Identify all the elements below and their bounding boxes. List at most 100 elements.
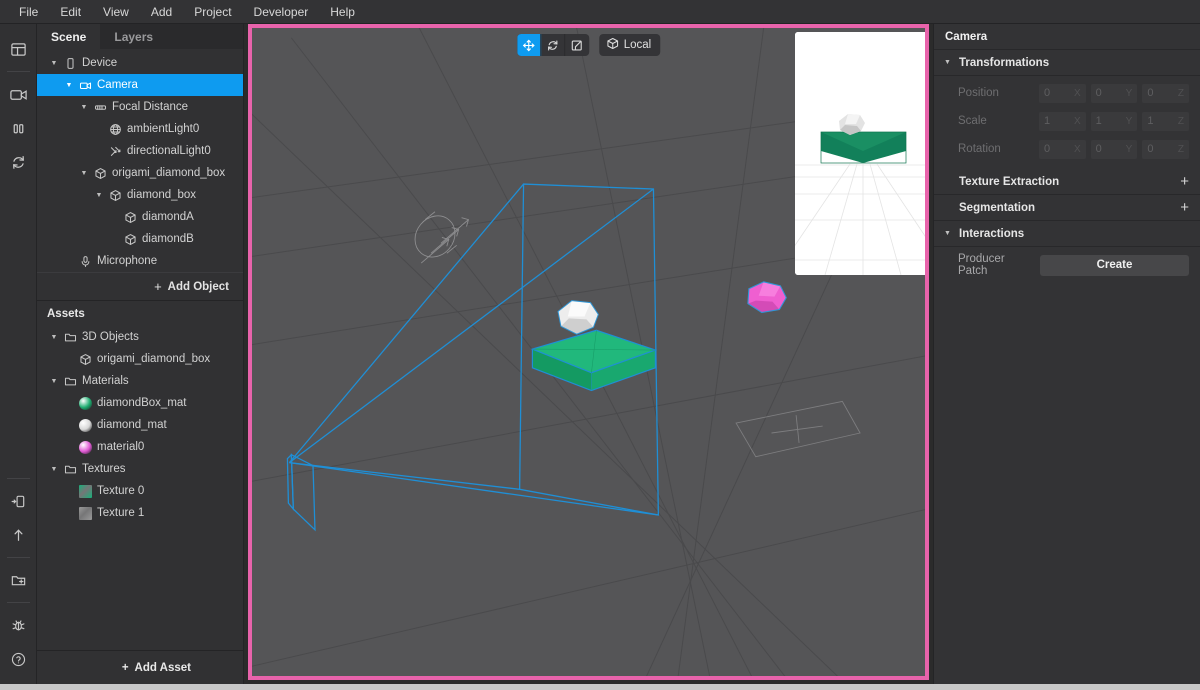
scene-node-directionallight0[interactable]: directionalLight0 [37,140,243,162]
asset-item-materials[interactable]: ▼ Materials [37,370,243,392]
folder-icon [61,463,79,476]
producer-patch-row: Producer Patch Create [934,250,1200,280]
asset-item-label: material0 [97,441,145,453]
position-x-field[interactable]: 0 X [1039,83,1086,103]
add-segmentation-icon[interactable]: + [1180,199,1189,216]
scene-node-camera[interactable]: ▼ Camera [37,74,243,96]
axis-y-label: Y [1125,87,1133,99]
section-transformations[interactable]: ▼ Transformations [934,50,1200,76]
chevron-down-icon[interactable]: ▼ [47,334,61,341]
menu-project[interactable]: Project [183,0,242,24]
scale-z-field[interactable]: 1 Z [1142,111,1190,131]
cube-icon [606,37,619,53]
scene-panel-tabs: Scene Layers [37,24,243,49]
asset-item-texture-1[interactable]: Texture 1 [37,502,243,524]
panels-icon[interactable] [0,32,37,66]
chevron-down-icon[interactable]: ▼ [77,170,91,177]
tab-layers[interactable]: Layers [100,24,167,49]
help-icon[interactable] [0,642,37,676]
move-arrows-icon[interactable] [516,34,541,56]
scene-node-device[interactable]: ▼ Device [37,52,243,74]
position-z-field[interactable]: 0 Z [1142,83,1190,103]
left-panel: Scene Layers ▼ Device ▼ Camera ▼ Focal Distan… [37,24,244,684]
chevron-down-icon[interactable]: ▼ [77,104,91,111]
asset-item-label: origami_diamond_box [97,353,211,365]
axis-x-label: X [1074,115,1081,127]
chevron-down-icon[interactable]: ▼ [62,82,76,89]
scene-node-diamond-box[interactable]: ▼ diamond_box [37,184,243,206]
reset-icon[interactable] [0,145,37,179]
scene-node-focal-distance[interactable]: ▼ Focal Distance [37,96,243,118]
chevron-down-icon[interactable]: ▼ [92,192,106,199]
viewport-canvas[interactable]: Local [252,28,925,676]
asset-item-texture-0[interactable]: Texture 0 [37,480,243,502]
rotation-x-field[interactable]: 0 X [1039,139,1086,159]
viewport-3d[interactable]: Local [248,24,929,680]
scene-node-label: diamondB [142,233,194,245]
camera-icon[interactable] [0,77,37,111]
scene-node-origami-diamond-box[interactable]: ▼ origami_diamond_box [37,162,243,184]
menu-view[interactable]: View [92,0,140,24]
menu-add[interactable]: Add [140,0,183,24]
viewport-toolbar: Local [516,34,661,56]
menu-developer[interactable]: Developer [243,0,320,24]
scene-node-label: Device [82,57,118,69]
upload-arrow-icon[interactable] [0,518,37,552]
section-segmentation[interactable]: Segmentation + [934,195,1200,221]
chevron-down-icon[interactable]: ▼ [47,60,61,67]
asset-item-textures[interactable]: ▼ Textures [37,458,243,480]
scene-node-ambientlight0[interactable]: ambientLight0 [37,118,243,140]
create-button[interactable]: Create [1040,254,1189,276]
menu-bar: File Edit View Add Project Developer Hel… [0,0,1200,24]
menu-file[interactable]: File [8,0,49,24]
scale-x-field[interactable]: 1 X [1039,111,1086,131]
send-to-device-icon[interactable] [0,484,37,518]
asset-item-3d-objects[interactable]: ▼ 3D Objects [37,326,243,348]
rotation-row: Rotation 0 X 0 Y 0 Z [934,135,1200,163]
new-folder-icon[interactable] [0,563,37,597]
tab-scene[interactable]: Scene [37,24,101,49]
asset-item-origami-diamond-box[interactable]: origami_diamond_box [37,348,243,370]
section-interactions[interactable]: ▼ Interactions [934,221,1200,247]
chevron-down-icon[interactable]: ▼ [47,378,61,385]
scene-node-microphone[interactable]: Microphone [37,250,243,272]
pause-icon[interactable] [0,111,37,145]
asset-item-diamond-mat[interactable]: diamond_mat [37,414,243,436]
scale-icon[interactable] [565,34,589,56]
menu-edit[interactable]: Edit [49,0,92,24]
add-asset-label: Add Asset [134,661,191,674]
add-texture-extraction-icon[interactable]: + [1180,173,1189,190]
add-object-button[interactable]: + Add Object [37,272,243,300]
position-y-field[interactable]: 0 Y [1090,83,1138,103]
device-preview[interactable] [795,32,925,275]
rotate-icon[interactable] [541,34,565,56]
scene-node-label: diamond_box [127,189,197,201]
bug-icon[interactable] [0,608,37,642]
scene-node-diamondb[interactable]: diamondB [37,228,243,250]
rail-divider-1 [6,71,30,72]
scale-z-value: 1 [1147,115,1154,127]
inspector-panel: Camera ▼ Transformations Position 0 X 0 [933,24,1200,684]
asset-item-diamondbox-mat[interactable]: diamondBox_mat [37,392,243,414]
section-texture-extraction[interactable]: Texture Extraction + [934,169,1200,195]
rotation-y-field[interactable]: 0 Y [1090,139,1138,159]
rotation-z-field[interactable]: 0 Z [1142,139,1190,159]
asset-item-material0[interactable]: material0 [37,436,243,458]
scene-node-diamonda[interactable]: diamondA [37,206,243,228]
chevron-down-icon[interactable]: ▼ [47,466,61,473]
position-z-value: 0 [1147,87,1154,99]
menu-help[interactable]: Help [319,0,366,24]
scale-label: Scale [958,115,987,127]
asset-item-label: Textures [82,463,126,475]
scale-y-field[interactable]: 1 Y [1090,111,1138,131]
add-object-label: Add Object [167,280,229,293]
add-asset-button[interactable]: + Add Asset [37,650,243,684]
scene-node-label: directionalLight0 [127,145,211,157]
assets-title: Assets [37,300,243,326]
plus-icon: + [121,661,129,674]
scene-node-label: origami_diamond_box [112,167,226,179]
rotation-y-value: 0 [1095,143,1102,155]
transform-space-toggle[interactable]: Local [598,34,661,56]
axis-z-label: Z [1177,143,1185,155]
scale-row: Scale 1 X 1 Y 1 Z [934,107,1200,135]
